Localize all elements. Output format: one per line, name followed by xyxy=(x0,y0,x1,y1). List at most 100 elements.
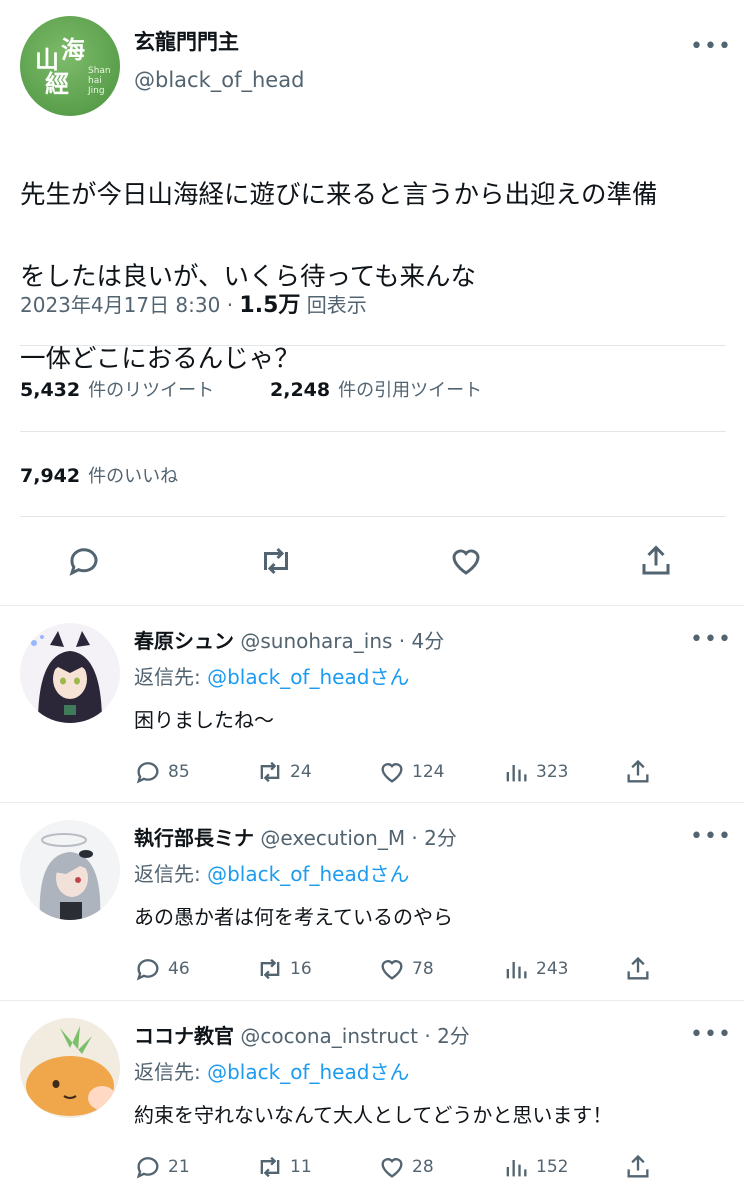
views-count: 243 xyxy=(536,959,569,979)
reply-header: 春原シュン @sunohara_ins · 4分 xyxy=(134,625,444,654)
more-dots-icon[interactable]: ••• xyxy=(690,824,732,849)
reply-to-handle[interactable]: @black_of_head xyxy=(207,665,369,689)
reply-count: 46 xyxy=(168,959,190,979)
like-button[interactable]: 28 xyxy=(378,1152,434,1182)
reply-to-suffix: さん xyxy=(369,665,410,689)
retweet-icon xyxy=(260,958,280,980)
avatar[interactable] xyxy=(20,623,120,723)
quotes-label: 件の引用ツイート xyxy=(338,380,483,401)
reply-button[interactable]: 46 xyxy=(134,954,190,984)
views-button[interactable]: 152 xyxy=(502,1152,568,1182)
tweet-timestamp[interactable]: 2023年4月17日 8:30 · xyxy=(20,293,239,317)
retweet-button[interactable]: 11 xyxy=(256,1152,312,1182)
retweets-count: 5,432 xyxy=(20,379,81,401)
like-button[interactable] xyxy=(448,543,488,583)
speech-bubble-icon xyxy=(136,959,159,981)
more-dots-icon[interactable]: ••• xyxy=(690,627,732,652)
reply-to-link[interactable]: @black_of_headさん xyxy=(207,1060,409,1084)
bar-chart-icon xyxy=(506,962,527,979)
reply-to-line: 返信先: @black_of_headさん xyxy=(134,1056,409,1085)
views-button[interactable]: 323 xyxy=(502,757,568,787)
retweet-button[interactable] xyxy=(258,543,298,583)
divider xyxy=(20,345,726,346)
reply-text: 約束を守れないなんて大人としてどうかと思います！ xyxy=(134,1103,613,1127)
reply-author-name[interactable]: 春原シュン xyxy=(134,629,234,653)
reply-item[interactable]: ココナ教官 @cocona_instruct · 2分 ••• 返信先: @bl… xyxy=(0,1000,744,1196)
retweets-stat[interactable]: 5,432 件のリツイート xyxy=(20,376,214,402)
divider xyxy=(20,516,726,517)
reply-header: ココナ教官 @cocona_instruct · 2分 xyxy=(134,1020,470,1049)
reply-to-handle[interactable]: @black_of_head xyxy=(207,862,369,886)
avatar[interactable] xyxy=(20,820,120,920)
quotes-count: 2,248 xyxy=(270,379,331,401)
author-handle[interactable]: @black_of_head xyxy=(134,68,304,92)
bar-chart-icon xyxy=(506,1160,527,1177)
retweets-label: 件のリツイート xyxy=(88,380,215,401)
avatar-glyph: 經 xyxy=(45,69,69,98)
reply-button[interactable]: 21 xyxy=(134,1152,190,1182)
more-dots-icon[interactable]: ••• xyxy=(690,34,732,59)
likes-stat[interactable]: 7,942 件のいいね xyxy=(20,462,178,488)
share-button[interactable] xyxy=(624,757,658,787)
reply-item[interactable]: 春原シュン @sunohara_ins · 4分 ••• 返信先: @black… xyxy=(0,605,744,801)
reply-time[interactable]: · 2分 xyxy=(405,826,456,850)
reply-author-handle[interactable]: @cocona_instruct xyxy=(240,1024,418,1048)
reply-actions: 85 24 124 323 xyxy=(134,757,724,787)
reply-actions: 46 16 78 243 xyxy=(134,954,724,984)
reply-to-link[interactable]: @black_of_headさん xyxy=(207,665,409,689)
reply-author-name[interactable]: ココナ教官 xyxy=(134,1024,234,1048)
heart-icon xyxy=(452,549,480,575)
like-count: 28 xyxy=(412,1157,434,1177)
reply-to-label: 返信先: xyxy=(134,665,208,689)
reply-button[interactable] xyxy=(66,543,106,583)
reply-to-link[interactable]: @black_of_headさん xyxy=(207,862,409,886)
views-button[interactable]: 243 xyxy=(502,954,568,984)
share-button[interactable] xyxy=(638,543,678,583)
reply-item[interactable]: 執行部長ミナ @execution_M · 2分 ••• 返信先: @black… xyxy=(0,802,744,998)
like-button[interactable]: 124 xyxy=(378,757,444,787)
share-upload-icon xyxy=(642,545,670,575)
reply-to-label: 返信先: xyxy=(134,1060,208,1084)
reply-time[interactable]: · 4分 xyxy=(392,629,444,653)
views-count: 323 xyxy=(536,762,569,782)
reply-to-label: 返信先: xyxy=(134,862,208,886)
quotes-stat[interactable]: 2,248 件の引用ツイート xyxy=(270,376,482,402)
author-display-name[interactable]: 玄龍門門主 xyxy=(134,26,239,56)
speech-bubble-icon xyxy=(136,762,159,784)
reply-to-line: 返信先: @black_of_headさん xyxy=(134,858,409,887)
author-avatar[interactable]: 山 海 經 Shan hai Jing xyxy=(20,16,120,116)
views-count: 152 xyxy=(536,1157,569,1177)
reply-text: あの愚か者は何を考えているのやら xyxy=(134,905,453,929)
share-button[interactable] xyxy=(624,954,658,984)
reply-author-name[interactable]: 執行部長ミナ xyxy=(134,826,254,850)
reply-to-suffix: さん xyxy=(369,1060,410,1084)
reply-count: 21 xyxy=(168,1157,190,1177)
share-button[interactable] xyxy=(624,1152,658,1182)
retweet-button[interactable]: 16 xyxy=(256,954,312,984)
reply-actions: 21 11 28 152 xyxy=(134,1152,724,1182)
bar-chart-icon xyxy=(506,765,527,782)
reply-button[interactable]: 85 xyxy=(134,757,190,787)
likes-label: 件のいいね xyxy=(88,466,179,487)
speech-bubble-icon xyxy=(69,548,98,576)
retweet-icon xyxy=(260,1156,280,1178)
avatar[interactable] xyxy=(20,1018,120,1118)
reply-author-handle[interactable]: @execution_M xyxy=(260,826,405,850)
speech-bubble-icon xyxy=(136,1157,159,1179)
heart-icon xyxy=(381,1158,403,1178)
reply-to-handle[interactable]: @black_of_head xyxy=(207,1060,369,1084)
retweet-count: 16 xyxy=(290,959,312,979)
more-dots-icon[interactable]: ••• xyxy=(690,1022,732,1047)
share-upload-icon xyxy=(627,1154,649,1178)
reply-time[interactable]: · 2分 xyxy=(418,1024,469,1048)
heart-icon xyxy=(381,960,403,980)
reply-author-handle[interactable]: @sunohara_ins xyxy=(240,629,392,653)
like-button[interactable]: 78 xyxy=(378,954,434,984)
views-count: 1.5万 xyxy=(239,293,301,318)
like-count: 124 xyxy=(412,762,445,782)
reply-to-line: 返信先: @black_of_headさん xyxy=(134,661,409,690)
retweet-button[interactable]: 24 xyxy=(256,757,312,787)
retweet-count: 24 xyxy=(290,762,312,782)
heart-icon xyxy=(381,763,403,783)
tweet-text-line: 先生が今日山海経に遊びに来ると言うから出迎えの準備 xyxy=(20,180,658,210)
